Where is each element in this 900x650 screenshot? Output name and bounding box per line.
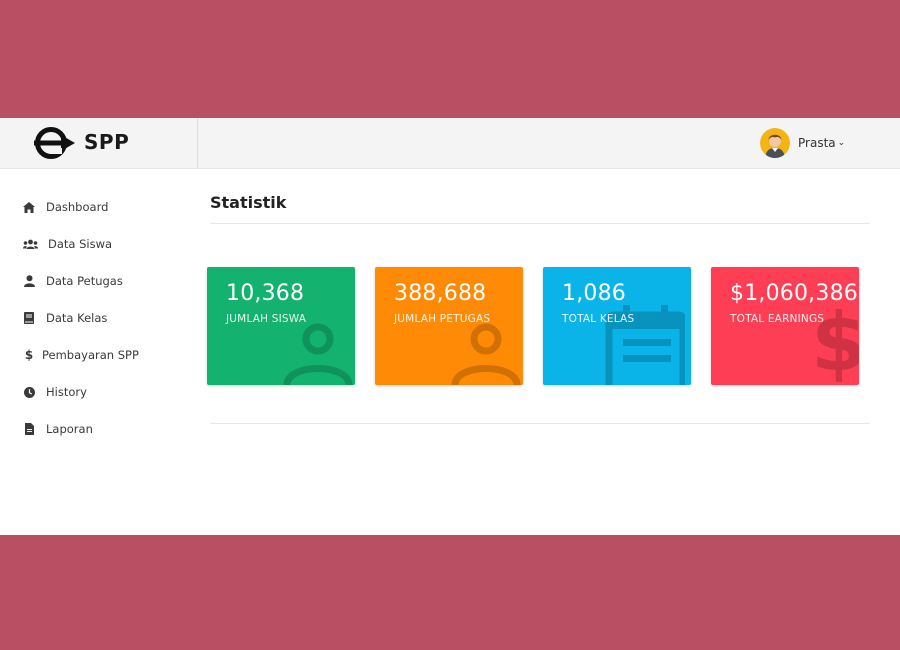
clock-icon (22, 385, 36, 399)
sidebar-item-data-kelas[interactable]: Data Kelas (22, 308, 107, 328)
brand[interactable]: SPP (0, 118, 198, 168)
sidebar-item-label: Data Petugas (46, 274, 123, 288)
topbar: SPP Prasta ⌄ (0, 118, 900, 169)
sidebar-item-data-siswa[interactable]: Data Siswa (22, 234, 112, 254)
sidebar-item-label: Pembayaran SPP (42, 348, 139, 362)
users-icon (22, 237, 38, 251)
stat-card-total-kelas[interactable]: 1,086 TOTAL KELAS (543, 267, 691, 385)
dollar-icon: $ (24, 348, 34, 362)
card-value: 388,688 (394, 281, 487, 306)
sidebar-item-label: History (46, 385, 87, 399)
main-content: Statistik 10,368 JUMLAH SISWA 388,688 JU… (207, 170, 870, 535)
chevron-down-icon: ⌄ (837, 138, 846, 148)
brand-name: SPP (84, 130, 130, 154)
card-label: TOTAL EARNINGS (730, 313, 825, 325)
sidebar: Dashboard Data Siswa Data Petugas Data K… (0, 170, 197, 535)
sidebar-item-label: Data Siswa (48, 237, 113, 251)
page-title: Statistik (210, 193, 287, 212)
sidebar-item-pembayaran-spp[interactable]: $ Pembayaran SPP (22, 345, 139, 365)
book-icon (22, 311, 36, 325)
sidebar-item-label: Laporan (46, 422, 93, 436)
app-window: SPP Prasta ⌄ Dashboard Data Siswa Data P… (0, 118, 900, 535)
user-menu[interactable]: Prasta ⌄ (760, 127, 845, 159)
user-icon (451, 323, 521, 385)
home-icon (22, 200, 36, 214)
stat-card-jumlah-petugas[interactable]: 388,688 JUMLAH PETUGAS (375, 267, 523, 385)
stat-card-total-earnings[interactable]: $ $1,060,386 TOTAL EARNINGS (711, 267, 859, 385)
card-label: JUMLAH SISWA (226, 313, 307, 325)
sidebar-item-history[interactable]: History (22, 382, 87, 402)
card-label: TOTAL KELAS (562, 313, 635, 325)
logo-icon (34, 127, 75, 159)
sidebar-item-data-petugas[interactable]: Data Petugas (22, 271, 123, 291)
sidebar-item-dashboard[interactable]: Dashboard (22, 197, 108, 217)
card-value: 10,368 (226, 281, 305, 306)
divider (210, 223, 870, 224)
card-value: $1,060,386 (730, 281, 858, 306)
sidebar-item-label: Dashboard (46, 200, 109, 214)
sidebar-item-laporan[interactable]: Laporan (22, 419, 93, 439)
card-value: 1,086 (562, 281, 626, 306)
user-icon (22, 274, 36, 288)
sidebar-item-label: Data Kelas (46, 311, 108, 325)
user-name: Prasta (798, 136, 836, 150)
file-icon (22, 422, 36, 436)
divider (210, 423, 870, 424)
card-label: JUMLAH PETUGAS (394, 313, 491, 325)
stat-card-jumlah-siswa[interactable]: 10,368 JUMLAH SISWA (207, 267, 355, 385)
avatar (760, 128, 790, 158)
user-icon (283, 323, 353, 385)
